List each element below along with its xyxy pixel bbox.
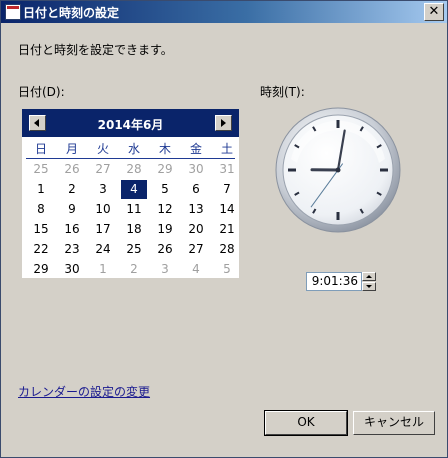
calendar-day[interactable]: 20	[183, 220, 209, 239]
weekday-divider	[26, 158, 235, 159]
weekday-label: 金	[189, 142, 202, 156]
calendar-day[interactable]: 1	[28, 180, 54, 199]
calendar-day[interactable]: 13	[183, 200, 209, 219]
calendar-day[interactable]: 17	[90, 220, 116, 239]
clock-center	[335, 167, 341, 173]
calendar-day[interactable]: 27	[183, 240, 209, 259]
calendar-day[interactable]: 9	[59, 200, 85, 219]
calendar-day[interactable]: 10	[90, 200, 116, 219]
calendar-day[interactable]: 29	[152, 160, 178, 179]
weekday-label: 土	[220, 142, 233, 156]
weekday-header: 日月火水木金土	[22, 140, 239, 158]
title-bar: 日付と時刻の設定 ✕	[1, 1, 447, 23]
calendar-day[interactable]: 26	[59, 160, 85, 179]
calendar-day[interactable]: 7	[214, 180, 240, 199]
calendar-day[interactable]: 5	[214, 260, 240, 279]
change-calendar-settings-link[interactable]: カレンダーの設定の変更	[18, 383, 150, 400]
selected-day[interactable]: 4	[121, 180, 147, 199]
time-decrement-button[interactable]	[362, 282, 376, 291]
date-label: 日付(D):	[18, 85, 65, 99]
arrow-up-icon	[366, 275, 372, 278]
calendar-day[interactable]: 21	[214, 220, 240, 239]
calendar-day[interactable]: 16	[59, 220, 85, 239]
weekday-label: 月	[65, 142, 78, 156]
calendar-day[interactable]: 18	[121, 220, 147, 239]
calendar-day[interactable]: 26	[152, 240, 178, 259]
calendar-icon	[5, 4, 21, 20]
calendar-day[interactable]: 25	[28, 160, 54, 179]
calendar-header: 2014年6月	[22, 109, 239, 137]
calendar-day[interactable]: 29	[28, 260, 54, 279]
calendar-day[interactable]: 30	[183, 160, 209, 179]
time-increment-button[interactable]	[362, 272, 376, 281]
calendar-day[interactable]: 22	[28, 240, 54, 259]
time-input[interactable]: 9:01:36	[306, 272, 362, 291]
calendar-day[interactable]: 2	[121, 260, 147, 279]
time-label: 時刻(T):	[260, 85, 305, 99]
analog-clock	[275, 107, 401, 233]
calendar-day[interactable]: 31	[214, 160, 240, 179]
calendar-day[interactable]: 12	[152, 200, 178, 219]
calendar-day[interactable]: 25	[121, 240, 147, 259]
calendar-day[interactable]: 14	[214, 200, 240, 219]
calendar-day[interactable]: 11	[121, 200, 147, 219]
weekday-label: 木	[158, 142, 171, 156]
arrow-down-icon	[366, 285, 372, 288]
calendar-day[interactable]: 4	[183, 260, 209, 279]
calendar-day[interactable]: 30	[59, 260, 85, 279]
calendar-day[interactable]: 5	[152, 180, 178, 199]
date-time-dialog: 日付と時刻の設定 ✕ 日付と時刻を設定できます。 日付(D): 時刻(T): 2…	[0, 0, 448, 458]
calendar-day[interactable]: 28	[121, 160, 147, 179]
calendar-day[interactable]: 3	[152, 260, 178, 279]
calendar-day[interactable]: 3	[90, 180, 116, 199]
calendar-day[interactable]: 19	[152, 220, 178, 239]
weekday-label: 水	[127, 142, 140, 156]
calendar: 2014年6月 日月火水木金土 25 26 27 28 29 30 31 1 2 3 4 5 6 7 8 9 1…	[22, 109, 239, 278]
dialog-description: 日付と時刻を設定できます。	[18, 43, 173, 57]
calendar-day[interactable]: 1	[90, 260, 116, 279]
close-button[interactable]: ✕	[424, 3, 444, 21]
cancel-button[interactable]: キャンセル	[353, 411, 435, 435]
ok-button[interactable]: OK	[264, 410, 348, 436]
calendar-day[interactable]: 2	[59, 180, 85, 199]
calendar-day[interactable]: 6	[183, 180, 209, 199]
calendar-day[interactable]: 8	[28, 200, 54, 219]
calendar-day[interactable]: 24	[90, 240, 116, 259]
calendar-day[interactable]: 28	[214, 240, 240, 259]
calendar-day[interactable]: 27	[90, 160, 116, 179]
window-title: 日付と時刻の設定	[23, 6, 120, 20]
time-spinner	[362, 272, 376, 291]
arrow-right-icon	[221, 119, 226, 127]
weekday-label: 火	[96, 142, 109, 156]
calendar-day[interactable]: 23	[59, 240, 85, 259]
next-month-button[interactable]	[215, 115, 232, 131]
month-title[interactable]: 2014年6月	[22, 116, 239, 133]
weekday-label: 日	[34, 142, 47, 156]
calendar-day[interactable]: 15	[28, 220, 54, 239]
